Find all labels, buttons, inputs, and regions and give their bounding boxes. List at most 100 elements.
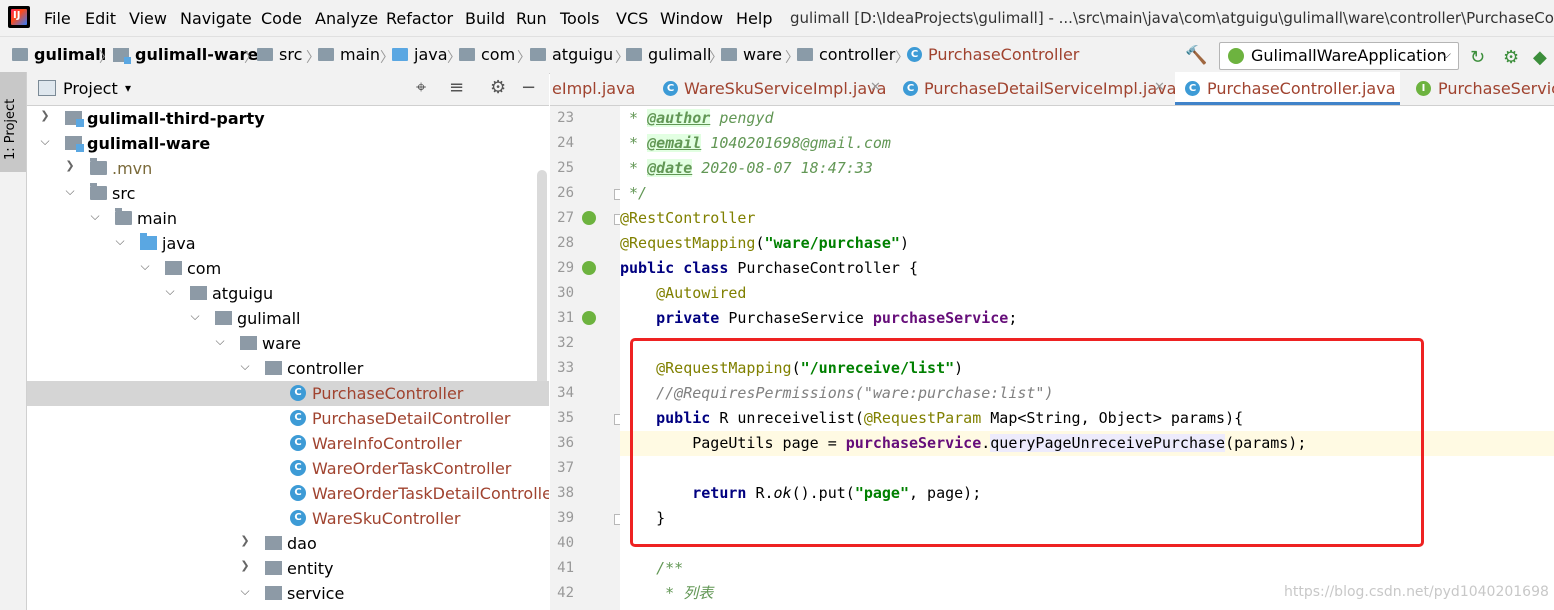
editor-tab-wareskuserviceimpl[interactable]: C WareSkuServiceImpl.java ✕ bbox=[659, 72, 891, 105]
editor-tab-purchasecontroller[interactable]: C PurchaseController.java bbox=[1175, 72, 1400, 105]
chevron-down-icon[interactable]: ⌵ bbox=[114, 234, 126, 249]
tree-node[interactable]: C WareInfoController bbox=[27, 431, 549, 456]
menu-help[interactable]: Help bbox=[736, 9, 772, 28]
close-icon[interactable]: ✕ bbox=[870, 80, 881, 95]
project-tool-tab[interactable]: 1: Project bbox=[0, 72, 26, 172]
chevron-down-icon[interactable]: ⌵ bbox=[139, 259, 151, 274]
menu-file[interactable]: File bbox=[44, 9, 71, 28]
run-configuration-select[interactable]: GulimallWareApplication ⌵ bbox=[1219, 42, 1459, 70]
locate-target-icon[interactable]: ⌖ bbox=[416, 77, 426, 98]
code-token: PurchaseService bbox=[719, 309, 873, 327]
tree-node[interactable]: C WareSkuController bbox=[27, 506, 549, 531]
tree-node[interactable]: ⌵ com bbox=[27, 256, 549, 281]
tree-node[interactable]: ⌵ ware bbox=[27, 331, 549, 356]
tree-node[interactable]: ❯ entity bbox=[27, 556, 549, 581]
chevron-down-icon[interactable]: ▾ bbox=[125, 81, 131, 95]
tool-window-stripe: 1: Project bbox=[0, 72, 27, 610]
bean-icon[interactable] bbox=[582, 211, 596, 225]
line-number: 32 bbox=[557, 335, 574, 351]
package-icon bbox=[265, 361, 282, 375]
chevron-down-icon[interactable]: ⌵ bbox=[89, 209, 101, 224]
tree-node[interactable]: ⌵ gulimall bbox=[27, 306, 549, 331]
window-title: gulimall [D:\IdeaProjects\gulimall] - ..… bbox=[790, 9, 1554, 27]
code-token: pengyd bbox=[710, 109, 774, 127]
menu-bar: File Edit View Navigate Code Analyze Ref… bbox=[0, 0, 1554, 36]
tree-node[interactable]: ❯ gulimall-third-party bbox=[27, 106, 549, 131]
tree-node-label: WareOrderTaskController bbox=[312, 459, 512, 478]
gear-icon[interactable]: ⚙ bbox=[490, 77, 506, 98]
tree-node[interactable]: ⌵ main bbox=[27, 206, 549, 231]
chevron-right-icon[interactable]: ❯ bbox=[239, 534, 251, 547]
tree-node[interactable]: ❯ dao bbox=[27, 531, 549, 556]
coverage-shield-icon[interactable]: ◆ bbox=[1533, 47, 1547, 68]
breadcrumb-purchase-controller[interactable]: C PurchaseController bbox=[907, 45, 1079, 64]
chevron-down-icon[interactable]: ⌵ bbox=[189, 309, 201, 324]
project-panel-title[interactable]: Project bbox=[63, 79, 118, 98]
close-icon[interactable]: ✕ bbox=[1154, 80, 1165, 95]
chevron-down-icon[interactable]: ⌵ bbox=[64, 184, 76, 199]
hide-minus-icon[interactable]: − bbox=[521, 77, 536, 98]
editor-tab-purchasedetailserviceimpl[interactable]: C PurchaseDetailServiceImpl.java ✕ bbox=[899, 72, 1177, 105]
chevron-right-icon[interactable]: ❯ bbox=[39, 109, 51, 122]
menu-navigate[interactable]: Navigate bbox=[180, 9, 252, 28]
breadcrumb-gulimall[interactable]: gulimall bbox=[12, 45, 106, 64]
debug-bug-icon[interactable]: ⚙ bbox=[1503, 47, 1519, 68]
build-hammer-icon[interactable]: 🔨 bbox=[1185, 45, 1207, 66]
tree-node[interactable]: C WareOrderTaskController bbox=[27, 456, 549, 481]
line-number: 27 bbox=[557, 210, 574, 226]
spring-class-icon[interactable] bbox=[582, 261, 596, 275]
tree-node[interactable]: ⌵ controller bbox=[27, 356, 549, 381]
line-number: 35 bbox=[557, 410, 574, 426]
tree-node[interactable]: C WareOrderTaskDetailController bbox=[27, 481, 549, 506]
menu-refactor[interactable]: Refactor bbox=[386, 9, 453, 28]
breadcrumb-ware[interactable]: ware bbox=[721, 45, 782, 64]
tree-node[interactable]: ⌵ gulimall-ware bbox=[27, 131, 549, 156]
chevron-down-icon[interactable]: ⌵ bbox=[39, 134, 51, 149]
chevron-down-icon[interactable]: ⌵ bbox=[239, 359, 251, 374]
rerun-icon[interactable]: ↻ bbox=[1470, 47, 1485, 68]
editor-tab-purchaseservice[interactable]: I PurchaseService bbox=[1408, 72, 1554, 105]
chevron-down-icon[interactable]: ⌵ bbox=[239, 584, 251, 599]
menu-build[interactable]: Build bbox=[465, 9, 505, 28]
package-icon bbox=[459, 48, 475, 61]
breadcrumb-java[interactable]: java bbox=[392, 45, 448, 64]
breadcrumb-main[interactable]: main bbox=[318, 45, 380, 64]
breadcrumb-src[interactable]: src bbox=[257, 45, 302, 64]
tree-node[interactable]: ⌵ java bbox=[27, 231, 549, 256]
menu-code[interactable]: Code bbox=[261, 9, 302, 28]
line-number: 30 bbox=[557, 285, 574, 301]
tree-node[interactable]: ⌵ service bbox=[27, 581, 549, 606]
breadcrumb-com[interactable]: com bbox=[459, 45, 515, 64]
chevron-down-icon[interactable]: ⌵ bbox=[214, 334, 226, 349]
editor-tab-impl[interactable]: eImpl.java bbox=[550, 72, 655, 105]
editor-tab-label: PurchaseDetailServiceImpl.java bbox=[924, 79, 1177, 98]
breadcrumb-gulimall-pkg[interactable]: gulimall bbox=[626, 45, 711, 64]
chevron-right-icon[interactable]: ❯ bbox=[239, 559, 251, 572]
code-token: /** bbox=[656, 559, 684, 577]
menu-analyze[interactable]: Analyze bbox=[315, 9, 378, 28]
breadcrumb-atguigu[interactable]: atguigu bbox=[530, 45, 613, 64]
breadcrumb-gulimall-ware[interactable]: gulimall-ware bbox=[113, 45, 258, 64]
collapse-all-icon[interactable]: ≡ bbox=[449, 77, 464, 98]
line-number: 28 bbox=[557, 235, 574, 251]
menu-vcs[interactable]: VCS bbox=[616, 9, 648, 28]
autowired-bean-icon[interactable] bbox=[582, 311, 596, 325]
breadcrumb-controller[interactable]: controller bbox=[797, 45, 895, 64]
class-icon: C bbox=[903, 81, 918, 96]
tree-node[interactable]: C PurchaseDetailController bbox=[27, 406, 549, 431]
code-token: PurchaseController { bbox=[728, 259, 919, 277]
menu-window[interactable]: Window bbox=[660, 9, 723, 28]
menu-run[interactable]: Run bbox=[516, 9, 547, 28]
tree-node[interactable]: ⌵ atguigu bbox=[27, 281, 549, 306]
menu-edit[interactable]: Edit bbox=[85, 9, 116, 28]
chevron-right-icon[interactable]: ❯ bbox=[64, 159, 76, 172]
tree-node[interactable]: ⌵ src bbox=[27, 181, 549, 206]
chevron-down-icon[interactable]: ⌵ bbox=[164, 284, 176, 299]
menu-view[interactable]: View bbox=[129, 9, 167, 28]
tree-node[interactable]: C PurchaseController bbox=[27, 381, 549, 406]
code-token: 2020-08-07 18:47:33 bbox=[692, 159, 873, 177]
menu-tools[interactable]: Tools bbox=[560, 9, 599, 28]
source-folder-icon bbox=[392, 48, 408, 61]
tree-node[interactable]: ❯ .mvn bbox=[27, 156, 549, 181]
module-icon bbox=[65, 111, 84, 127]
